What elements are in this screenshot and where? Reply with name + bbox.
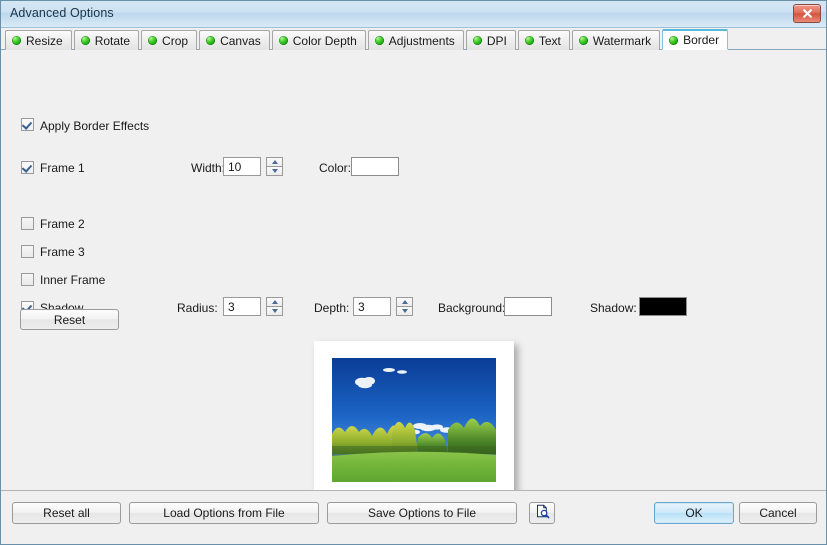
tab-label: DPI xyxy=(486,33,507,48)
tab-dpi[interactable]: DPI xyxy=(465,30,516,50)
green-bullet-icon xyxy=(278,36,288,45)
tab-border[interactable]: Border xyxy=(662,29,729,50)
tab-adjustments[interactable]: Adjustments xyxy=(367,30,464,50)
frame3-checkbox[interactable] xyxy=(21,245,34,258)
tab-label: Resize xyxy=(26,33,63,48)
green-bullet-icon xyxy=(80,36,90,45)
radius-spinner-up-button[interactable] xyxy=(266,297,283,307)
depth-input[interactable] xyxy=(353,297,391,316)
tab-strip: Resize Rotate Crop Canvas Color Depth Ad… xyxy=(1,28,826,50)
tab-text[interactable]: Text xyxy=(517,30,570,50)
apply-border-effects-label: Apply Border Effects xyxy=(40,119,150,133)
save-options-button[interactable]: Save Options to File xyxy=(327,502,517,524)
ok-button[interactable]: OK xyxy=(654,502,734,524)
radius-input[interactable] xyxy=(223,297,261,316)
background-swatch[interactable] xyxy=(504,297,552,316)
width-stepper[interactable] xyxy=(223,157,283,176)
spinner-up-arrow-icon xyxy=(401,300,408,304)
width-spinner-up-button[interactable] xyxy=(266,157,283,167)
green-bullet-icon xyxy=(12,36,21,45)
spinner-up-arrow-icon xyxy=(271,300,278,304)
frame3-label: Frame 3 xyxy=(40,245,85,259)
shadow-color-swatch[interactable] xyxy=(639,297,687,316)
inner-frame-checkbox[interactable] xyxy=(21,273,34,286)
shadow-color-label: Shadow: xyxy=(590,301,637,315)
tab-label: Rotate xyxy=(94,33,131,48)
width-input[interactable] xyxy=(223,157,261,176)
border-options-panel: Apply Border Effects Frame 1 Width: Colo… xyxy=(1,50,826,504)
radius-spinner-down-button[interactable] xyxy=(266,307,283,316)
frame1-label: Frame 1 xyxy=(40,161,85,175)
width-spinner-buttons[interactable] xyxy=(266,157,283,176)
depth-spinner-down-button[interactable] xyxy=(396,307,413,316)
document-magnifier-preview-icon xyxy=(535,504,550,522)
reset-button[interactable]: Reset xyxy=(20,309,119,330)
depth-label: Depth: xyxy=(314,301,350,315)
tab-label: Canvas xyxy=(220,33,261,48)
radius-stepper[interactable] xyxy=(223,297,283,316)
depth-stepper[interactable] xyxy=(353,297,413,316)
tab-label: Text xyxy=(538,33,561,48)
spinner-down-arrow-icon xyxy=(271,169,278,173)
green-bullet-icon xyxy=(206,36,216,45)
spinner-up-arrow-icon xyxy=(271,160,278,164)
frame2-checkbox[interactable] xyxy=(21,217,34,230)
color-swatch[interactable] xyxy=(351,157,399,176)
tab-label: Watermark xyxy=(592,33,652,48)
apply-border-effects-checkbox[interactable] xyxy=(21,118,34,131)
depth-spinner-up-button[interactable] xyxy=(396,297,413,307)
green-bullet-icon xyxy=(374,36,384,45)
green-bullet-icon xyxy=(148,36,158,45)
green-bullet-icon xyxy=(472,36,482,45)
spinner-down-arrow-icon xyxy=(401,309,408,313)
advanced-options-dialog: Advanced Options Resize Rotate Crop Canv… xyxy=(0,0,827,545)
inner-frame-label: Inner Frame xyxy=(40,273,106,287)
tab-color-depth[interactable]: Color Depth xyxy=(271,30,366,50)
width-spinner-down-button[interactable] xyxy=(266,167,283,176)
frame1-checkbox[interactable] xyxy=(21,161,34,174)
green-bullet-icon xyxy=(524,36,534,45)
tab-label: Crop xyxy=(162,33,189,48)
window-title: Advanced Options xyxy=(10,6,114,20)
tab-canvas[interactable]: Canvas xyxy=(199,30,270,50)
frame2-label: Frame 2 xyxy=(40,217,85,231)
background-label: Background: xyxy=(438,301,506,315)
border-preview-frame xyxy=(314,341,514,504)
depth-spinner-buttons[interactable] xyxy=(396,297,413,316)
spinner-down-arrow-icon xyxy=(271,309,278,313)
close-x-icon xyxy=(802,8,813,19)
close-button[interactable] xyxy=(793,4,821,23)
color-label: Color: xyxy=(319,161,352,175)
tab-resize[interactable]: Resize xyxy=(5,30,72,50)
dialog-footer: Reset all Load Options from File Save Op… xyxy=(1,490,826,544)
tab-rotate[interactable]: Rotate xyxy=(73,30,140,50)
tab-label: Color Depth xyxy=(292,33,357,48)
width-label: Width: xyxy=(191,161,226,175)
radius-label: Radius: xyxy=(177,301,218,315)
title-bar: Advanced Options xyxy=(1,1,826,28)
green-bullet-icon xyxy=(669,35,679,45)
tab-label: Border xyxy=(683,33,720,47)
green-bullet-icon xyxy=(578,36,588,45)
tab-watermark[interactable]: Watermark xyxy=(571,30,661,50)
tab-label: Adjustments xyxy=(388,33,455,48)
radius-spinner-buttons[interactable] xyxy=(266,297,283,316)
preview-button[interactable] xyxy=(529,502,555,524)
load-options-button[interactable]: Load Options from File xyxy=(129,502,319,524)
tab-crop[interactable]: Crop xyxy=(141,30,198,50)
landscape-photo-graphic xyxy=(332,358,496,482)
reset-all-button[interactable]: Reset all xyxy=(12,502,121,524)
cancel-button[interactable]: Cancel xyxy=(739,502,817,524)
border-preview-image xyxy=(332,358,496,482)
